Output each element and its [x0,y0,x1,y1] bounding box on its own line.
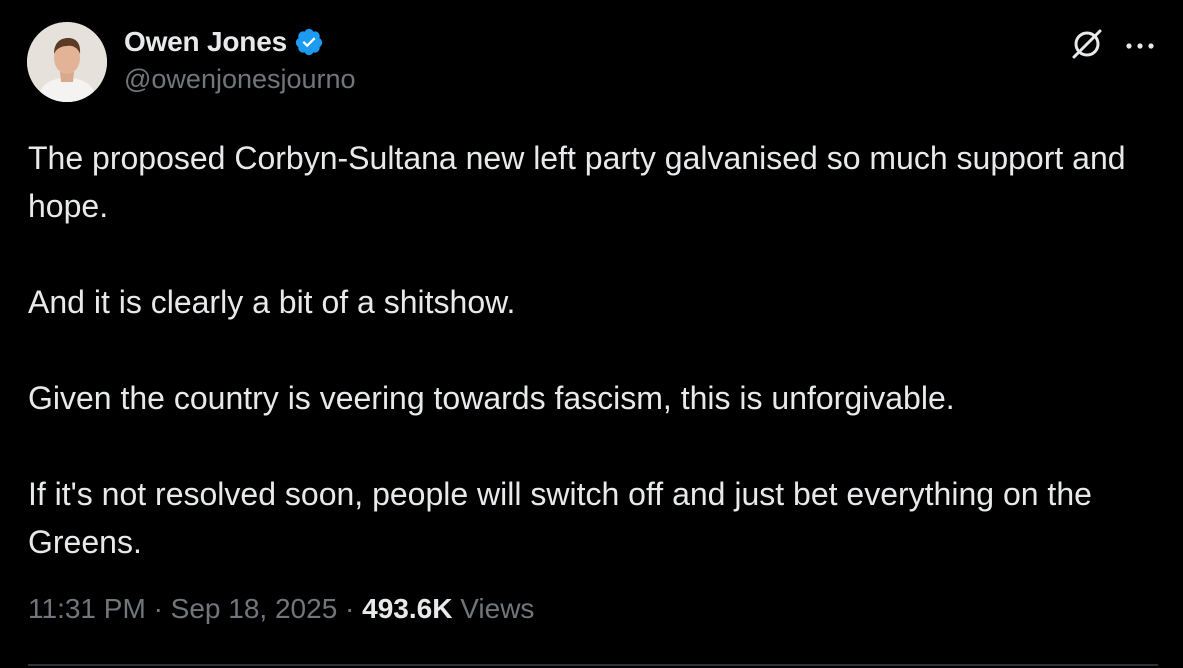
tweet-text: The proposed Corbyn-Sultana new left par… [28,134,1158,566]
tweet-meta: 11:31 PM · Sep 18, 2025 · 493.6K Views [28,593,534,625]
profile-photo [27,22,107,102]
more-options-icon[interactable] [1124,38,1156,49]
divider [28,664,1158,666]
tweet-paragraph: If it's not resolved soon, people will s… [28,476,1101,560]
tweet-date[interactable]: Sep 18, 2025 [171,593,338,624]
name-row: Owen Jones [124,22,356,62]
author-info: Owen Jones @owenjonesjourno [124,22,356,95]
avatar[interactable] [27,22,107,102]
views-count[interactable]: 493.6K [362,593,452,624]
author-display-name[interactable]: Owen Jones [124,26,287,58]
tweet: Owen Jones @owenjonesjourno The proposed… [0,0,1183,668]
meta-separator: · [345,593,355,624]
tweet-paragraph-spacer [28,422,1158,470]
views-label: Views [460,593,535,624]
author-handle[interactable]: @owenjonesjourno [124,64,356,95]
verified-badge-icon[interactable] [294,27,324,57]
meta-separator: · [153,593,163,624]
tweet-paragraph-spacer [28,230,1158,278]
tweet-paragraph-spacer [28,326,1158,374]
grok-icon[interactable] [1069,26,1105,62]
tweet-paragraph: The proposed Corbyn-Sultana new left par… [28,140,1135,224]
tweet-paragraph: Given the country is veering towards fas… [28,380,955,416]
tweet-paragraph: And it is clearly a bit of a shitshow. [28,284,516,320]
tweet-time[interactable]: 11:31 PM [28,593,146,624]
